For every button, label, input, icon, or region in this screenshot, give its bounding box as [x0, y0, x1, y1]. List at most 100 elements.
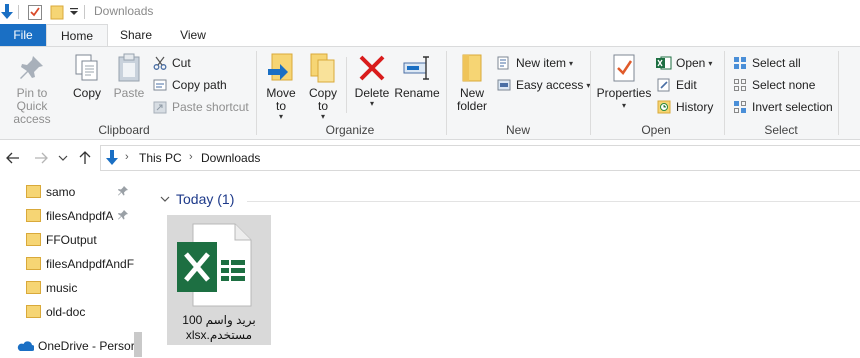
nav-pane-scrollbar[interactable]: [134, 332, 142, 357]
select-none-label: Select none: [752, 78, 816, 92]
breadcrumb-separator-icon: ›: [125, 151, 129, 163]
nav-item-samo[interactable]: samo: [0, 180, 148, 204]
invert-selection-label: Invert selection: [752, 100, 833, 114]
copy-path-button[interactable]: Copy path: [152, 75, 227, 95]
folder-icon: [26, 305, 41, 318]
edit-label: Edit: [676, 78, 697, 92]
paste-clipboard-icon: [112, 51, 146, 85]
file-name-line1: بريد واسم 100: [182, 313, 256, 327]
select-none-button[interactable]: Select none: [732, 75, 815, 95]
group-divider: [446, 51, 447, 135]
ribbon-tabs: File Home Share View: [0, 24, 860, 47]
pin-icon[interactable]: [117, 185, 129, 197]
scissors-icon: [152, 55, 168, 71]
select-none-icon: [732, 77, 748, 93]
forward-arrow-icon[interactable]: [32, 149, 50, 167]
copy-to-dropdown-icon: ▾: [320, 112, 325, 121]
folder-icon: [26, 257, 41, 270]
tab-view[interactable]: View: [164, 24, 222, 46]
open-button[interactable]: Open ▾: [656, 53, 712, 73]
invert-selection-button[interactable]: Invert selection: [732, 97, 833, 117]
folder-icon: [26, 281, 41, 294]
open-dropdown-icon: ▾: [708, 58, 713, 68]
select-all-label: Select all: [752, 56, 801, 70]
edit-button[interactable]: Edit: [656, 75, 697, 95]
excel-file-icon: [177, 223, 252, 307]
nav-item-label: OneDrive - Persor: [38, 339, 134, 353]
recent-locations-chevron-icon[interactable]: [56, 149, 70, 167]
nav-item-filesandpdfandf[interactable]: filesAndpdfAndF: [0, 252, 148, 276]
tab-home[interactable]: Home: [46, 24, 108, 47]
select-all-icon: [732, 55, 748, 71]
excel-app-icon: [656, 55, 672, 71]
new-item-button[interactable]: New item ▾: [496, 53, 573, 73]
copy-to-button[interactable]: Copy to ▾: [306, 51, 340, 121]
history-label: History: [676, 100, 714, 114]
properties-dropdown-icon: ▾: [621, 101, 626, 110]
properties-button[interactable]: Properties ▾: [596, 51, 652, 110]
delete-button[interactable]: Delete ▾: [352, 51, 392, 108]
collapse-chevron-icon[interactable]: [160, 195, 170, 203]
copy-label: Copy: [72, 86, 101, 100]
downloads-location-icon: [105, 150, 119, 169]
group-divider: [724, 51, 725, 135]
select-group-label: Select: [764, 123, 798, 137]
nav-item-music[interactable]: music: [0, 276, 148, 300]
breadcrumb-this-pc[interactable]: This PC: [139, 151, 182, 165]
select-all-button[interactable]: Select all: [732, 53, 801, 73]
new-folder-icon[interactable]: [48, 2, 66, 22]
file-item[interactable]: بريد واسم 100 مستخدم.xlsx: [167, 215, 271, 345]
nav-item-onedrive[interactable]: OneDrive - Persor: [0, 334, 148, 358]
address-bar[interactable]: › This PC › Downloads: [100, 145, 860, 171]
downloads-arrow-icon[interactable]: [0, 2, 14, 22]
rename-label: Rename: [394, 86, 440, 100]
nav-item-filesandpdfa[interactable]: filesAndpdfA: [0, 204, 148, 228]
back-arrow-icon[interactable]: [4, 149, 22, 167]
file-name: بريد واسم 100 مستخدم.xlsx: [167, 313, 271, 343]
rename-button[interactable]: Rename: [394, 51, 440, 100]
easy-access-button[interactable]: Easy access ▾: [496, 75, 590, 95]
pin-icon[interactable]: [117, 209, 129, 221]
paste-button[interactable]: Paste: [110, 51, 148, 100]
tab-share[interactable]: Share: [108, 24, 164, 46]
paste-shortcut-button[interactable]: Paste shortcut: [152, 97, 249, 117]
group-header-today[interactable]: Today (1): [160, 191, 234, 207]
copy-to-label: Copy to: [308, 86, 337, 113]
rename-icon: [400, 51, 434, 85]
open-label: Open: [676, 56, 706, 70]
file-name-line2: مستخدم.xlsx: [185, 328, 253, 342]
move-to-button[interactable]: Move to ▾: [262, 51, 300, 121]
new-folder-button[interactable]: New folder: [452, 51, 492, 113]
edit-icon: [656, 77, 672, 93]
file-list-pane: Today (1) بريد واسم 100 مستخدم.xlsx: [150, 176, 860, 357]
folder-icon: [26, 209, 41, 222]
copy-path-icon: [152, 77, 168, 93]
copy-to-icon: [306, 51, 340, 85]
up-arrow-icon[interactable]: [76, 149, 94, 167]
new-group-label: New: [505, 123, 530, 137]
navigation-bar: › This PC › Downloads: [0, 140, 860, 176]
history-icon: [656, 99, 672, 115]
tab-file[interactable]: File: [0, 24, 46, 46]
history-button[interactable]: History: [656, 97, 713, 117]
new-item-icon: [496, 55, 512, 71]
copy-icon: [70, 51, 104, 85]
properties-check-icon[interactable]: [26, 2, 44, 22]
open-group-label: Open: [641, 123, 671, 137]
breadcrumb-downloads[interactable]: Downloads: [201, 151, 260, 165]
organize-group-label: Organize: [325, 123, 375, 137]
cut-button[interactable]: Cut: [152, 53, 191, 73]
nav-item-label: music: [46, 281, 78, 295]
nav-item-ffoutput[interactable]: FFOutput: [0, 228, 148, 252]
copy-path-label: Copy path: [172, 78, 227, 92]
group-divider: [256, 51, 257, 135]
nav-item-old-doc[interactable]: old-doc: [0, 300, 148, 324]
customize-dropdown-icon[interactable]: [68, 2, 80, 22]
pin-to-quick-access-button[interactable]: Pin to Quick access: [0, 51, 64, 126]
paste-label: Paste: [113, 86, 145, 100]
easy-access-icon: [496, 77, 512, 93]
new-folder-big-icon: [455, 51, 489, 85]
copy-button[interactable]: Copy: [70, 51, 104, 100]
window-title: Downloads: [94, 4, 154, 18]
group-divider: [838, 51, 839, 135]
